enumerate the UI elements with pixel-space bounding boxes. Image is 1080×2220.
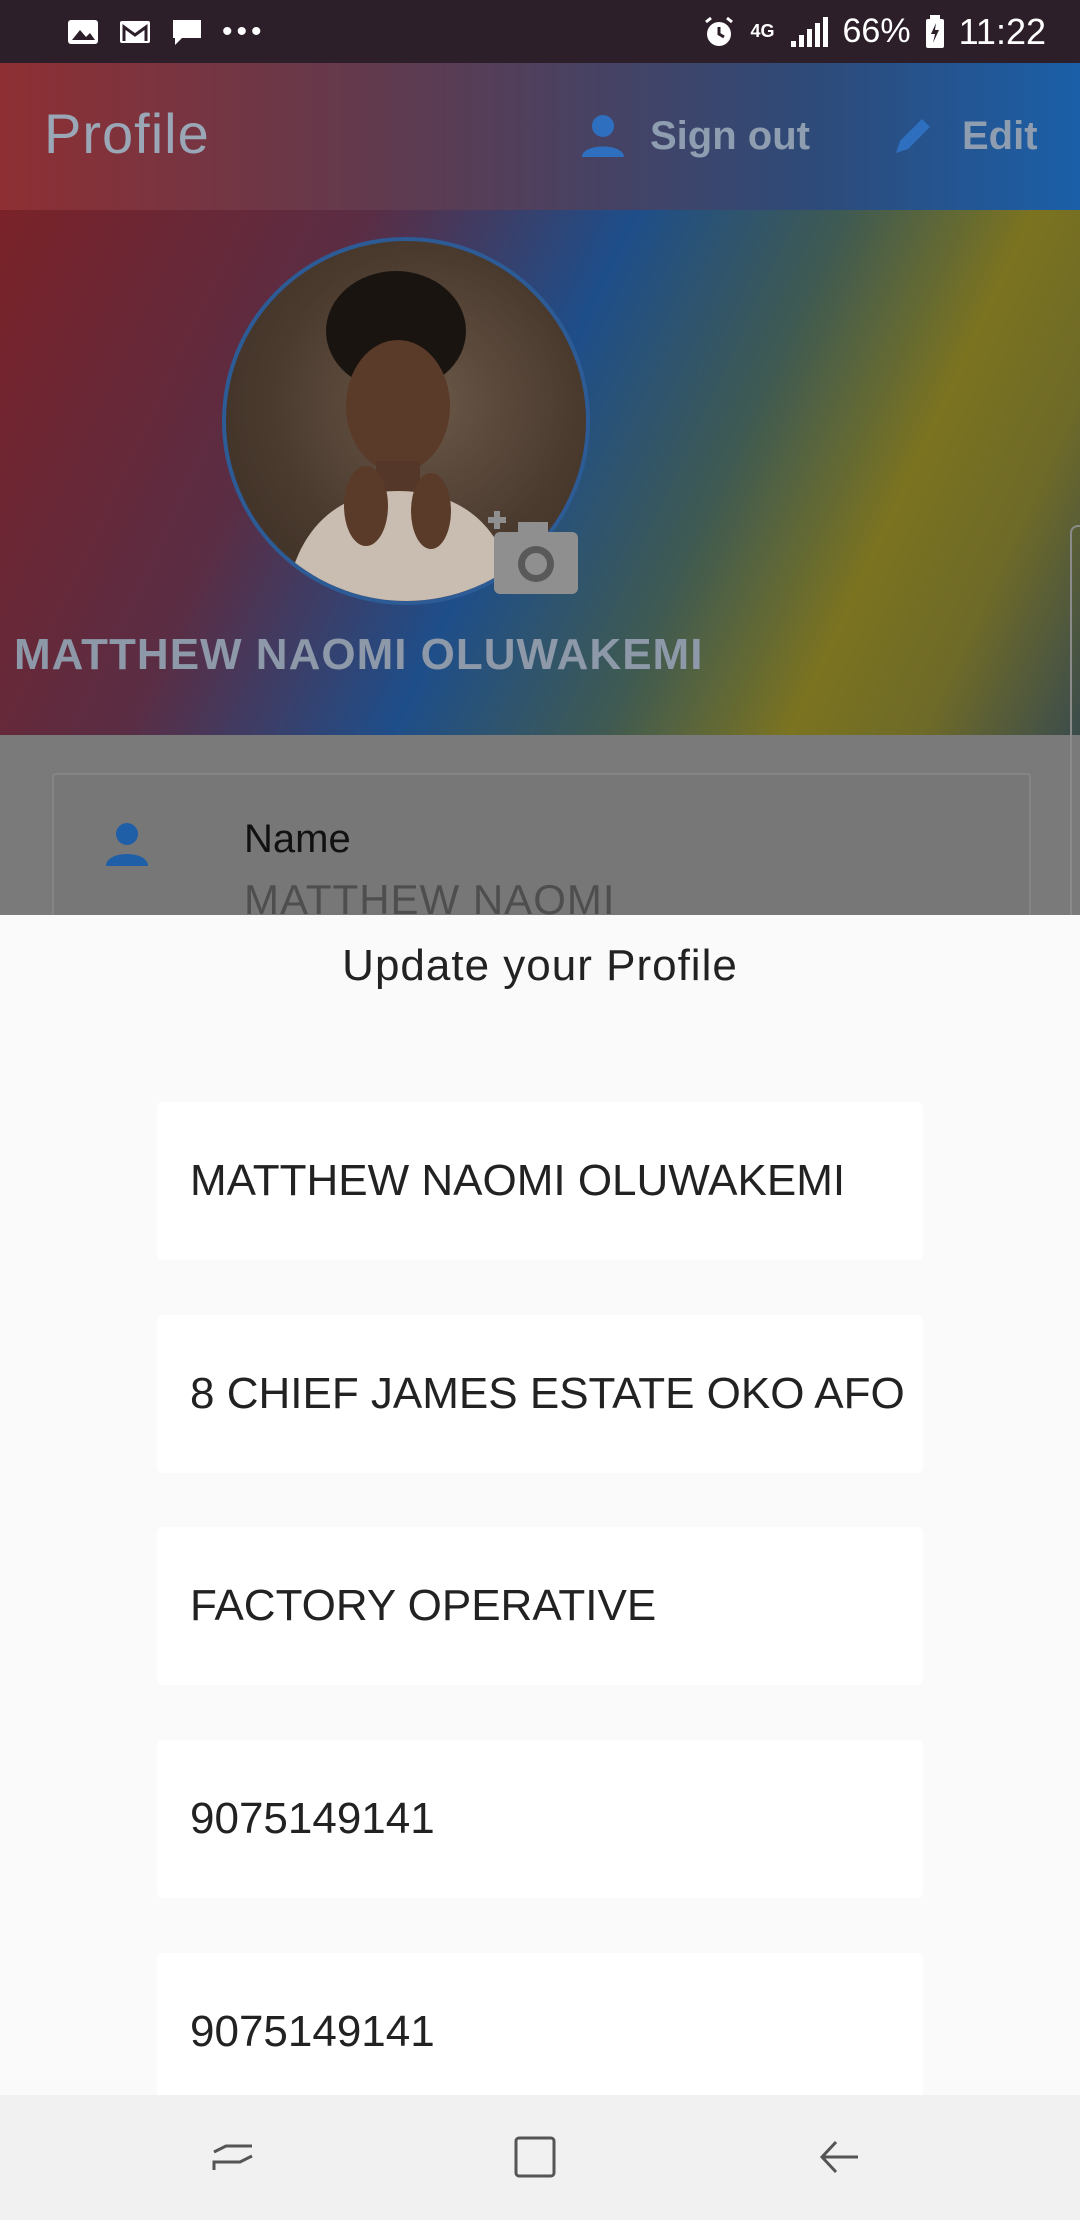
name-card: Name MATTHEW NAOMI OLUWAKEMI <box>52 773 1031 977</box>
clock: 11:22 <box>958 10 1046 52</box>
name-field[interactable] <box>157 1102 923 1260</box>
phone-alt-input[interactable] <box>190 1953 910 2095</box>
edit-button[interactable]: Edit <box>888 111 1038 161</box>
address-field[interactable] <box>157 1315 923 1473</box>
phone-input[interactable] <box>190 1740 910 1898</box>
recents-button[interactable] <box>198 2125 268 2189</box>
person-icon <box>106 823 148 866</box>
side-drawer-handle[interactable] <box>1070 525 1080 979</box>
app-bar: Profile Sign out Edit <box>0 63 1080 210</box>
more-dots-icon: ••• <box>222 14 266 48</box>
sheet-title: Update your Profile <box>342 941 738 990</box>
gmail-icon <box>120 20 150 43</box>
back-icon <box>819 2140 858 2174</box>
phone-alt-field[interactable] <box>157 1953 923 2095</box>
update-profile-sheet: Update your Profile <box>0 915 1080 2095</box>
gallery-icon <box>68 19 98 44</box>
navigation-bar <box>0 2095 1080 2220</box>
sign-out-label: Sign out <box>650 113 810 158</box>
profile-header: MATTHEW NAOMI OLUWAKEMI <box>0 210 1080 735</box>
battery-percent: 66% <box>842 12 911 50</box>
message-icon <box>173 19 201 45</box>
pencil-icon <box>896 119 930 153</box>
page-title: Profile <box>44 102 210 165</box>
phone-field[interactable] <box>157 1740 923 1898</box>
recents-icon <box>212 2144 253 2170</box>
home-button[interactable] <box>500 2125 570 2189</box>
add-photo-icon[interactable] <box>482 510 582 600</box>
status-bar: ••• 4G 66% 11:22 <box>0 0 1080 63</box>
profile-details-scrim: Name MATTHEW NAOMI OLUWAKEMI <box>0 735 1080 977</box>
name-input[interactable] <box>190 1102 910 1260</box>
sign-out-button[interactable]: Sign out <box>578 111 810 161</box>
network-type: 4G <box>750 21 775 41</box>
occupation-input[interactable] <box>190 1527 910 1685</box>
signal-icon <box>790 16 828 47</box>
person-icon <box>582 115 624 157</box>
edit-label: Edit <box>962 113 1038 158</box>
battery-icon <box>925 14 944 48</box>
home-icon <box>514 2136 556 2178</box>
address-input[interactable] <box>190 1315 910 1473</box>
name-card-label: Name <box>244 817 351 861</box>
occupation-field[interactable] <box>157 1527 923 1685</box>
back-button[interactable] <box>804 2125 874 2189</box>
notification-icons: ••• <box>66 15 266 49</box>
alarm-icon <box>704 16 733 46</box>
profile-name: MATTHEW NAOMI OLUWAKEMI <box>14 630 704 679</box>
